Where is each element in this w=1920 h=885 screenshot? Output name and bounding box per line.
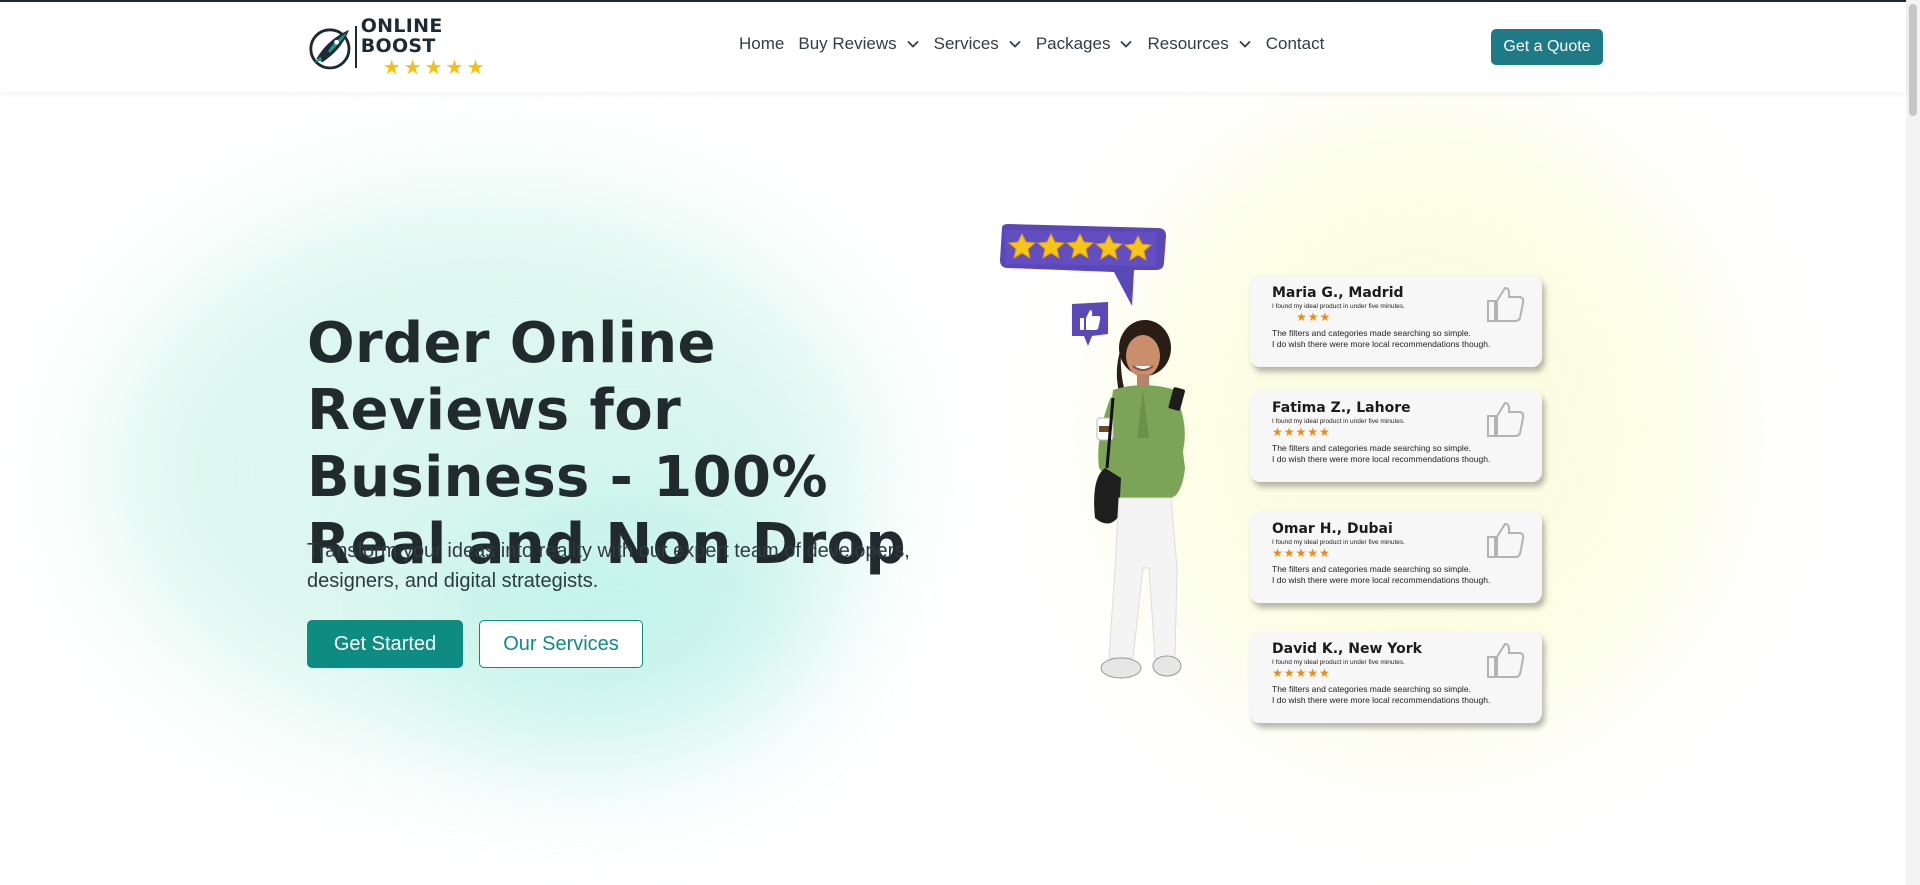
review-card: Omar H., Dubai I found my ideal product … — [1250, 511, 1542, 603]
nav-item-home[interactable]: Home — [739, 34, 784, 54]
five-star-speech-bubble-icon — [1000, 224, 1166, 306]
woman-with-phone-illustration — [1094, 320, 1185, 679]
nav-item-buy-reviews[interactable]: Buy Reviews — [798, 34, 919, 54]
get-started-button[interactable]: Get Started — [307, 620, 463, 668]
nav-item-services[interactable]: Services — [934, 34, 1022, 54]
star-icon: ★ — [445, 57, 464, 79]
logo-divider — [354, 26, 357, 68]
review-card: Fatima Z., Lahore I found my ideal produ… — [1250, 390, 1542, 482]
chevron-down-icon — [1120, 40, 1133, 48]
site-header: ONLINE BOOST ★ ★ ★ ★ ★ Home Buy Reviews Servic… — [0, 2, 1906, 92]
nav-item-label: Buy Reviews — [798, 34, 897, 53]
get-a-quote-button[interactable]: Get a Quote — [1491, 29, 1603, 65]
logo-text: ONLINE BOOST ★ ★ ★ ★ ★ — [361, 16, 517, 78]
scrollbar-thumb[interactable] — [1909, 4, 1917, 116]
nav-item-label: Resources — [1147, 34, 1229, 53]
nav-item-label: Services — [933, 34, 999, 53]
star-icon: ★ — [466, 57, 485, 79]
star-icon: ★ — [403, 57, 422, 79]
star-icon: ★ — [382, 57, 401, 79]
main-nav: Home Buy Reviews Services Packages Resources… — [739, 34, 1338, 54]
review-body: The filters and categories made searchin… — [1272, 328, 1491, 349]
review-card: David K., New York I found my ideal prod… — [1250, 631, 1542, 723]
nav-item-packages[interactable]: Packages — [1036, 34, 1134, 54]
nav-item-contact[interactable]: Contact — [1266, 34, 1325, 54]
review-body: The filters and categories made searchin… — [1272, 443, 1491, 464]
review-body: The filters and categories made searchin… — [1272, 684, 1491, 705]
nav-item-resources[interactable]: Resources — [1147, 34, 1251, 54]
thumbs-up-icon — [1487, 401, 1525, 437]
chevron-down-icon — [906, 40, 919, 48]
chevron-down-icon — [1009, 40, 1021, 48]
hero-subtitle: Transform your ideas into reality with o… — [307, 540, 910, 592]
page-scrollbar[interactable] — [1906, 0, 1920, 885]
site-logo[interactable]: ONLINE BOOST ★ ★ ★ ★ ★ — [307, 16, 517, 78]
review-card: Maria G., Madrid I found my ideal produc… — [1250, 275, 1542, 367]
nav-item-label: Contact — [1265, 34, 1325, 53]
thumbs-up-icon — [1487, 642, 1525, 678]
review-body: The filters and categories made searchin… — [1272, 564, 1491, 585]
nav-item-label: Packages — [1035, 34, 1111, 53]
brand-name: ONLINE BOOST — [360, 15, 443, 57]
rocket-logo-icon — [309, 28, 351, 70]
chevron-down-icon — [1239, 40, 1251, 48]
nav-item-label: Home — [739, 34, 785, 53]
our-services-button[interactable]: Our Services — [479, 620, 643, 668]
thumbs-up-icon — [1487, 522, 1525, 558]
thumbs-up-icon — [1487, 286, 1525, 322]
star-icon: ★ — [424, 57, 443, 79]
logo-stars: ★ ★ ★ ★ ★ — [383, 58, 517, 78]
